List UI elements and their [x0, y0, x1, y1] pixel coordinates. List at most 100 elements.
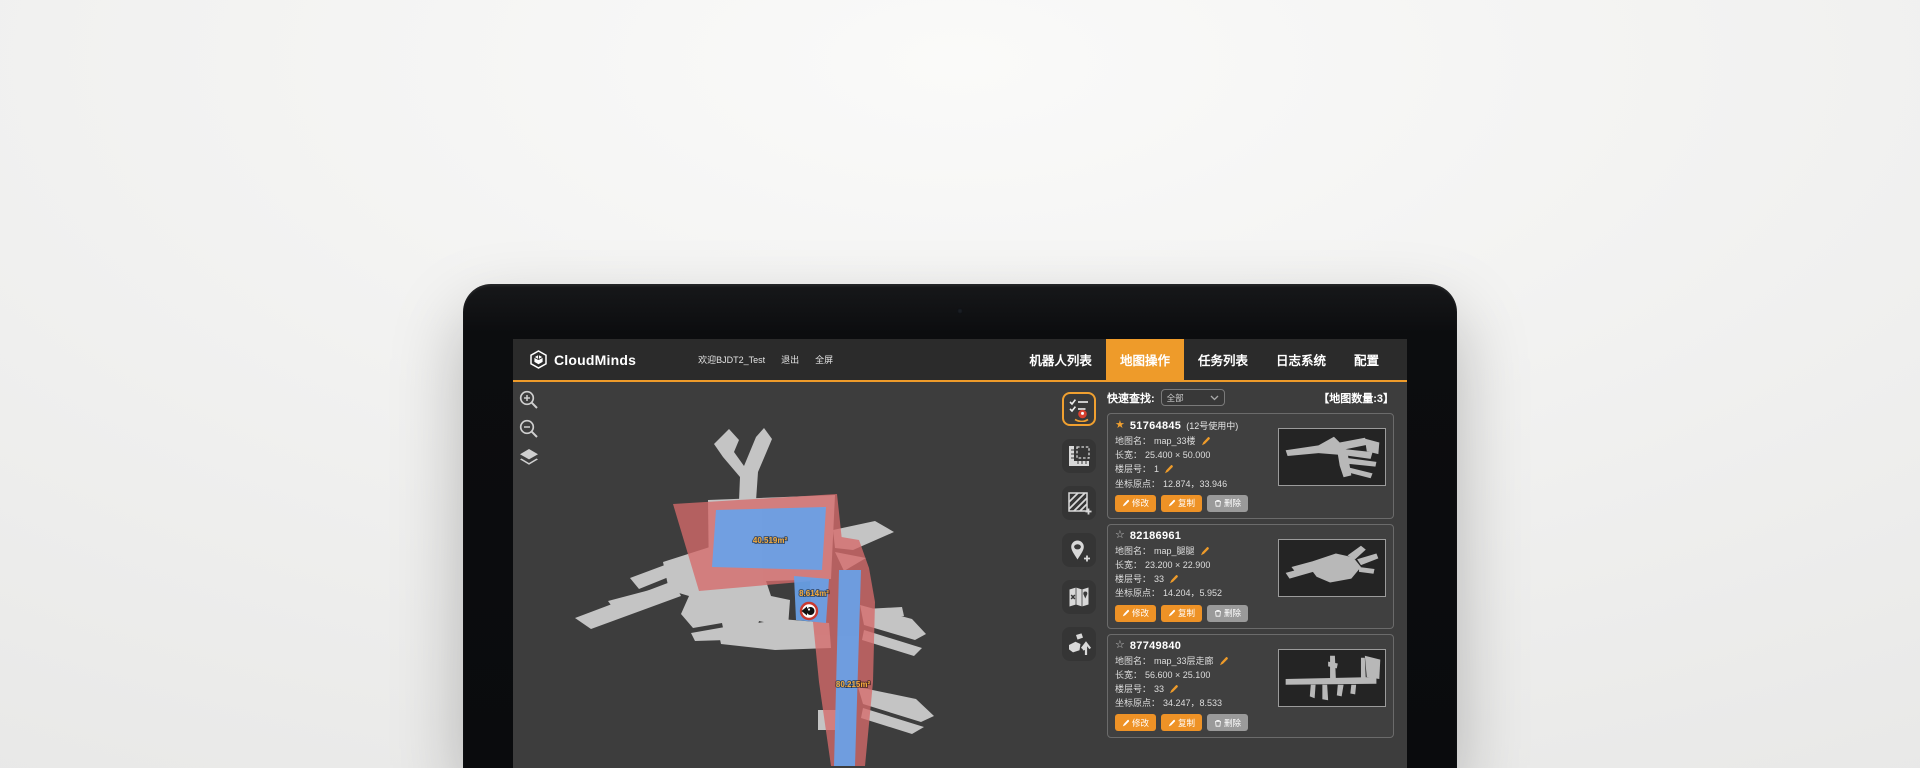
tab-map-ops[interactable]: 地图操作	[1106, 339, 1184, 380]
map-floor-value: 1	[1154, 462, 1159, 476]
map-floor-label: 楼层号：	[1115, 462, 1151, 476]
map-filter-value: 全部	[1167, 392, 1184, 404]
map-origin-value: 34.247，8.533	[1163, 696, 1222, 710]
patrol-point-list-button[interactable]	[1062, 392, 1096, 426]
edit-icon[interactable]	[1169, 574, 1179, 584]
copy-map-button[interactable]: 复制	[1161, 495, 1202, 512]
tab-log-system[interactable]: 日志系统	[1262, 339, 1340, 380]
map-thumbnail-image	[1279, 429, 1385, 485]
upload-map-button[interactable]	[1062, 627, 1096, 661]
edit-icon[interactable]	[1200, 546, 1210, 556]
map-thumbnail[interactable]	[1278, 649, 1386, 707]
area-label-2: 8.614m²	[799, 589, 829, 598]
tab-config[interactable]: 配置	[1340, 339, 1393, 380]
layers-icon[interactable]	[518, 447, 540, 469]
add-point-button[interactable]	[1062, 533, 1096, 567]
modify-map-button[interactable]: 修改	[1115, 714, 1156, 731]
area-label-3: 80.215m²	[836, 680, 871, 689]
copy-map-button[interactable]: 复制	[1161, 605, 1202, 622]
copy-label: 复制	[1178, 717, 1195, 729]
map-canvas[interactable]: 40.519m² 8.614m² 80.215m²	[513, 382, 1053, 766]
trash-icon	[1214, 609, 1222, 617]
delete-map-button[interactable]: 删除	[1207, 714, 1248, 731]
map-size-label: 长宽：	[1115, 668, 1142, 682]
area-label-1: 40.519m²	[753, 536, 788, 545]
map-list-panel: 快速查找: 全部 【地图数量:3】 ★ 51764845	[1105, 382, 1407, 766]
map-floor-value: 33	[1154, 572, 1164, 586]
brand-name: CloudMinds	[554, 352, 636, 368]
map-thumbnail[interactable]	[1278, 428, 1386, 486]
app-header: CloudMinds 欢迎BJDT2_Test 退出 全屏 机器人列表 地图操作…	[513, 339, 1407, 382]
quick-find-label: 快速查找:	[1107, 390, 1155, 406]
measure-area-button[interactable]	[1062, 439, 1096, 473]
logout-link[interactable]: 退出	[781, 353, 799, 366]
copy-label: 复制	[1178, 607, 1195, 619]
map-name-label: 地图名：	[1115, 654, 1151, 668]
edit-icon	[1122, 719, 1130, 727]
zoom-in-icon[interactable]	[518, 389, 540, 411]
favorite-star-icon[interactable]: ☆	[1115, 640, 1125, 651]
upload-map-icon	[1066, 631, 1092, 657]
map-origin-value: 14.204，5.952	[1163, 586, 1222, 600]
modify-map-button[interactable]: 修改	[1115, 495, 1156, 512]
edit-icon	[1168, 499, 1176, 507]
delete-label: 删除	[1224, 607, 1241, 619]
map-name-value: map_33楼	[1154, 434, 1196, 448]
delete-label: 删除	[1224, 717, 1241, 729]
map-thumbnail-image	[1279, 540, 1385, 596]
trash-icon	[1214, 499, 1222, 507]
map-name-value: map_腿腿	[1154, 544, 1195, 558]
map-size-label: 长宽：	[1115, 558, 1142, 572]
welcome-text: 欢迎BJDT2_Test	[698, 353, 765, 366]
map-card: ★ 51764845 (12号使用中) 地图名： map_33楼 长宽： 25.…	[1107, 413, 1394, 519]
map-floor-value: 33	[1154, 682, 1164, 696]
laptop-frame: CloudMinds 欢迎BJDT2_Test 退出 全屏 机器人列表 地图操作…	[463, 284, 1457, 768]
map-edit-toolbar	[1053, 382, 1105, 766]
modify-map-button[interactable]: 修改	[1115, 605, 1156, 622]
map-size-value: 56.600 × 25.100	[1145, 668, 1210, 682]
edit-icon[interactable]	[1164, 464, 1174, 474]
modify-label: 修改	[1132, 607, 1149, 619]
delete-map-button[interactable]: 删除	[1207, 605, 1248, 622]
edit-icon[interactable]	[1169, 684, 1179, 694]
copy-map-button[interactable]: 复制	[1161, 714, 1202, 731]
add-point-icon	[1066, 537, 1092, 563]
edit-icon	[1122, 609, 1130, 617]
map-thumbnail[interactable]	[1278, 539, 1386, 597]
map-view-tools	[518, 389, 540, 469]
map-id: 82186961	[1130, 530, 1181, 542]
delete-map-button[interactable]: 删除	[1207, 495, 1248, 512]
measure-area-icon	[1066, 443, 1092, 469]
robot-marker[interactable]	[801, 603, 817, 619]
chevron-down-icon	[1210, 395, 1219, 401]
map-count: 【地图数量:3】	[1318, 390, 1394, 406]
map-filter-select[interactable]: 全部	[1161, 389, 1225, 406]
favorite-star-icon[interactable]: ★	[1115, 420, 1125, 431]
map-id: 87749840	[1130, 640, 1181, 652]
map-name-label: 地图名：	[1115, 544, 1151, 558]
edit-icon[interactable]	[1201, 436, 1211, 446]
fullscreen-link[interactable]: 全屏	[815, 353, 833, 366]
map-size-value: 25.400 × 50.000	[1145, 448, 1210, 462]
map-card: ☆ 87749840 地图名： map_33层走廊 长宽： 56.600 × 2…	[1107, 634, 1394, 739]
edit-icon	[1168, 719, 1176, 727]
trash-icon	[1214, 719, 1222, 727]
content: 40.519m² 8.614m² 80.215m²	[513, 382, 1407, 766]
favorite-star-icon[interactable]: ☆	[1115, 530, 1125, 541]
add-virtual-wall-button[interactable]	[1062, 486, 1096, 520]
map-origin-label: 坐标原点：	[1115, 586, 1160, 600]
map-name-value: map_33层走廊	[1154, 654, 1214, 668]
tab-robot-list[interactable]: 机器人列表	[1015, 339, 1106, 380]
map-floor-label: 楼层号：	[1115, 682, 1151, 696]
map-size-label: 长宽：	[1115, 448, 1142, 462]
tab-task-list[interactable]: 任务列表	[1184, 339, 1262, 380]
brand: CloudMinds	[513, 350, 636, 369]
modify-label: 修改	[1132, 717, 1149, 729]
map-origin-value: 12.874，33.946	[1163, 477, 1227, 491]
edit-icon[interactable]	[1219, 656, 1229, 666]
map-card: ☆ 82186961 地图名： map_腿腿 长宽： 23.200 × 22.9…	[1107, 524, 1394, 629]
edit-icon	[1122, 499, 1130, 507]
zoom-out-icon[interactable]	[518, 418, 540, 440]
map-size-value: 23.200 × 22.900	[1145, 558, 1210, 572]
delete-map-marker-button[interactable]	[1062, 580, 1096, 614]
